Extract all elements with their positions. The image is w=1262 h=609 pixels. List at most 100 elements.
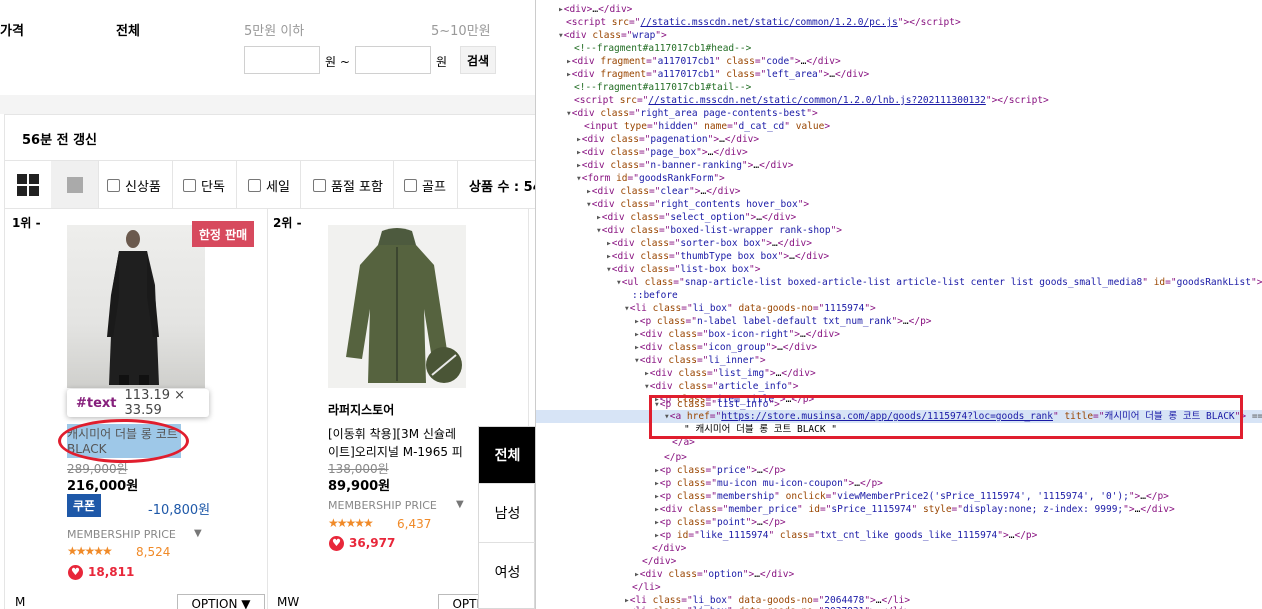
price-50k-100k-option[interactable]: 5~10만원 [431, 20, 491, 39]
single-view-icon[interactable] [51, 161, 98, 208]
min-price-input[interactable] [244, 46, 320, 74]
dom-line[interactable]: <script src="//static.msscdn.net/static/… [566, 16, 961, 29]
dom-line[interactable]: ▸<div class="list_img">…</div> [644, 367, 816, 380]
coupon-discount: -10,800원 [148, 503, 211, 518]
filter-label: 세일 [266, 180, 290, 195]
dom-line[interactable]: ▾<div class="li_inner"> [634, 354, 766, 367]
dom-line[interactable]: ▸<li class="li_box" data-goods-no="20378… [624, 605, 910, 609]
tooltip-tag: #text [76, 395, 117, 411]
dom-line[interactable]: </div> [652, 542, 686, 555]
dom-line[interactable]: ▸<div class="sorter-box box">…</div> [606, 237, 812, 250]
rating-stars-icon: ★★★★★ [67, 544, 113, 558]
dom-line[interactable]: ▸<p class="price">…</p> [654, 464, 786, 477]
dom-line[interactable]: ▸<div class="icon_group">…</div> [634, 341, 817, 354]
dom-line[interactable]: ▸<div class="select_option">…</div> [596, 211, 796, 224]
sale-price: 89,900원 [328, 479, 391, 494]
dom-line[interactable]: <!--fragment#a117017cb1#head--> [574, 42, 751, 55]
dom-line[interactable]: ▸<p class="point">…</p> [654, 516, 786, 529]
filter-soldout[interactable]: 품절 포함 [313, 176, 383, 195]
dom-line[interactable]: </p> [664, 451, 687, 464]
devtools-elements-panel: ▸<div>…</div> <script src="//static.mssc… [535, 0, 1262, 609]
checkbox-icon[interactable] [248, 179, 261, 192]
brand-mark: MW [277, 595, 300, 609]
dom-line[interactable]: ▸<div class="clear">…</div> [586, 185, 741, 198]
coupon-badge[interactable]: 쿠폰 [67, 494, 101, 517]
dom-line[interactable]: ▸<p class="mu-icon mu-icon-coupon">…</p> [654, 477, 883, 490]
dom-line[interactable]: ▸<div>…</div> [558, 3, 632, 16]
dom-line[interactable]: ▾<div class="boxed-list-wrapper rank-sho… [596, 224, 842, 237]
review-count: 8,524 [136, 545, 171, 559]
filter-golf[interactable]: 골프 [404, 176, 446, 195]
section-separator [0, 95, 535, 114]
dom-line[interactable]: ▸<div class="thumbType box box">…</div> [606, 250, 829, 263]
divider [393, 161, 394, 208]
gender-all-button[interactable]: 전체 [479, 427, 535, 483]
price-filter-label: 가격 [0, 24, 24, 39]
checkbox-icon[interactable] [107, 179, 120, 192]
dom-line[interactable]: ▾<div class="right_area page-contents-be… [566, 107, 818, 120]
filter-label: 단독 [201, 180, 225, 195]
price-under-50k-option[interactable]: 5만원 이하 [244, 20, 304, 39]
dom-line[interactable]: ▸<div class="box-icon-right">…</div> [634, 328, 840, 341]
dom-line[interactable]: ▸<div fragment="a117017cb1" class="left_… [566, 68, 869, 81]
dom-line[interactable]: <script src="//static.msscdn.net/static/… [574, 94, 1049, 107]
dom-line[interactable]: ▾<form id="goodsRankForm"> [576, 172, 725, 185]
membership-price-label[interactable]: MEMBERSHIP PRICE [328, 499, 437, 512]
dom-line[interactable]: ▾<li class="li_box" data-goods-no="11159… [624, 302, 876, 315]
dropdown-arrow-icon[interactable]: ▼ [194, 528, 202, 539]
brand-name[interactable]: 라퍼지스토어 [328, 401, 394, 418]
checkbox-icon[interactable] [183, 179, 196, 192]
divider [172, 161, 173, 208]
max-price-input[interactable] [355, 46, 431, 74]
dom-line[interactable]: ▸<div class="member_price" id="sPrice_11… [654, 503, 1175, 516]
divider [457, 161, 458, 208]
price-search-button[interactable]: 검색 [460, 46, 496, 74]
dropdown-arrow-icon[interactable]: ▼ [456, 499, 464, 510]
review-count: 6,437 [397, 517, 432, 531]
limited-sale-badge: 한정 판매 [192, 221, 254, 247]
checkbox-icon[interactable] [313, 179, 326, 192]
checkbox-icon[interactable] [404, 179, 417, 192]
gender-filter-panel: 전체 남성 여성 [478, 426, 535, 609]
dom-line[interactable]: ▸<div class="page_box">…</div> [576, 146, 748, 159]
dom-line[interactable]: ▸<p class="membership" onclick="viewMemb… [654, 490, 1169, 503]
column-divider [267, 209, 268, 609]
dom-line[interactable]: ▸<div class="n-banner-ranking">…</div> [576, 159, 793, 172]
divider [300, 161, 301, 208]
annotation-ellipse [58, 419, 189, 463]
option-button[interactable]: OPTION ▼ [177, 594, 265, 609]
dom-line[interactable]: ▸<p class="n-label label-default txt_num… [634, 315, 932, 328]
product-image[interactable] [328, 225, 466, 388]
heart-icon[interactable]: ♥ [68, 565, 83, 580]
dom-line[interactable]: ▸<p id="like_1115974" class="txt_cnt_lik… [654, 529, 1037, 542]
filter-sale[interactable]: 세일 [248, 176, 290, 195]
grid-view-icon[interactable] [4, 161, 51, 208]
product-name-line2[interactable]: 이트]오리지널 M-1965 피 [328, 443, 463, 460]
dom-line[interactable]: ▸<div class="option">…</div> [634, 568, 794, 581]
membership-price-label[interactable]: MEMBERSHIP PRICE [67, 528, 176, 541]
dom-line[interactable]: <input type="hidden" name="d_cat_cd" val… [584, 120, 830, 133]
gender-women-button[interactable]: 여성 [479, 542, 535, 601]
dom-line[interactable]: ▾<div class="list-box box"> [606, 263, 761, 276]
dom-line[interactable]: ▾<div class="wrap"> [558, 29, 667, 42]
dom-line[interactable]: ▾<ul class="snap-article-list boxed-arti… [616, 276, 1262, 289]
gender-men-button[interactable]: 남성 [479, 483, 535, 542]
filter-label: 품절 포함 [331, 180, 383, 195]
dom-line[interactable]: <!--fragment#a117017cb1#tail--> [574, 81, 751, 94]
dom-line[interactable]: ▸<div fragment="a117017cb1" class="code"… [566, 55, 841, 68]
dom-line[interactable]: ::before [632, 289, 678, 302]
filter-exclusive[interactable]: 단독 [183, 176, 225, 195]
dom-line[interactable]: ▸<div class="pagenation">…</div> [576, 133, 759, 146]
product-name[interactable]: [이동휘 착용][3M 신슐레 [328, 425, 456, 442]
dom-line[interactable]: ▾<div class="article_info"> [644, 380, 799, 393]
like-count: 36,977 [349, 536, 396, 550]
store-page: 가격 전체 5만원 이하 5~10만원 원 ~ 원 검색 56분 전 갱신 신상… [0, 0, 535, 609]
filter-new[interactable]: 신상품 [107, 176, 161, 195]
dom-line[interactable]: </div> [642, 555, 676, 568]
product-image[interactable] [67, 225, 205, 388]
dom-line[interactable]: </li> [632, 581, 661, 594]
price-all-option[interactable]: 전체 [116, 20, 140, 39]
won-tilde-label: 원 ~ [325, 55, 350, 69]
heart-icon[interactable]: ♥ [329, 536, 344, 551]
dom-line[interactable]: ▾<div class="right_contents hover_box"> [586, 198, 809, 211]
